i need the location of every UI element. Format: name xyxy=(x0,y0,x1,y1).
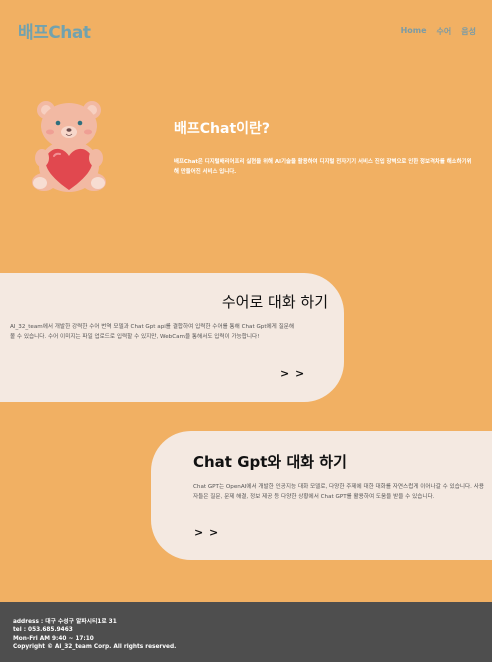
logo[interactable]: 배프Chat xyxy=(18,18,91,43)
footer-hours: Mon-Fri AM 9:40 ~ 17:10 xyxy=(13,635,94,642)
nav-home[interactable]: Home xyxy=(401,26,427,37)
chatgpt-card[interactable]: Chat Gpt와 대화 하기 Chat GPT는 OpenAI에서 개발한 인… xyxy=(151,431,492,560)
footer: address : 대구 수성구 알파시티1로 31 tel : 053.685… xyxy=(0,602,492,662)
next-arrow-icon[interactable]: > > xyxy=(280,367,305,380)
bear-heart-illustration xyxy=(32,101,106,192)
card-title: 수어로 대화 하기 xyxy=(221,293,328,311)
card-title: Chat Gpt와 대화 하기 xyxy=(193,453,347,471)
nav-voice[interactable]: 음성 xyxy=(461,26,476,37)
hero-description: 배프Chat은 디지털배리어프리 실현을 위해 AI기술을 활용하여 디지털 전… xyxy=(174,159,472,175)
nav-sign-language[interactable]: 수어 xyxy=(437,26,452,37)
hero-title: 배프Chat이란? xyxy=(174,121,271,137)
footer-address: address : 대구 수성구 알파시티1로 31 xyxy=(13,619,117,625)
next-arrow-icon[interactable]: > > xyxy=(194,526,219,539)
footer-copyright: Copyright © Ai_32_team Corp. All rights … xyxy=(13,644,177,651)
card-description: AI_32_team에서 개발한 강력한 수어 번역 모델과 Chat Gpt … xyxy=(10,324,295,340)
sign-language-card[interactable]: 수어로 대화 하기 AI_32_team에서 개발한 강력한 수어 번역 모델과… xyxy=(0,273,344,402)
card-description: Chat GPT는 OpenAI에서 개발한 인공지능 대화 모델로, 다양한 … xyxy=(193,484,484,500)
footer-tel: tel : 053.685.9463 xyxy=(13,627,73,634)
top-nav: Home 수어 음성 xyxy=(401,26,476,37)
